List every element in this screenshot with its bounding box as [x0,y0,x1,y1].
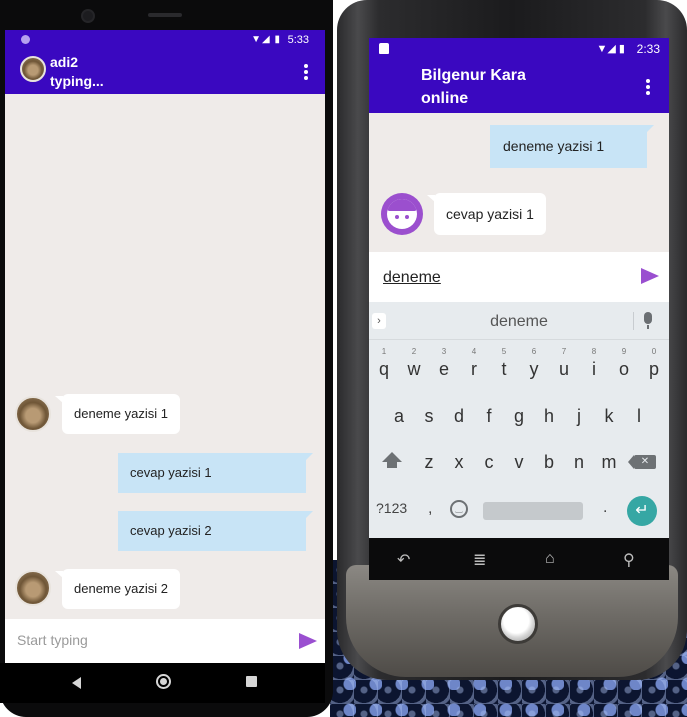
suggestion-word[interactable]: deneme [369,313,669,331]
status-bar: ▼◢ ▮ 2:33 [369,38,669,60]
back-icon[interactable]: ↶ [397,550,410,570]
send-icon[interactable] [299,633,317,649]
key[interactable]: 4r [464,347,484,380]
key[interactable]: h [539,406,559,427]
key[interactable]: 3e [434,347,454,380]
menu-icon[interactable]: ≣ [473,550,486,570]
symbols-key[interactable]: ?123 [376,500,407,516]
key[interactable]: 8i [584,347,604,380]
trackball-button[interactable] [498,604,538,644]
incoming-message: cevap yazisi 1 [427,193,546,235]
key[interactable]: 1q [374,347,394,380]
send-icon[interactable] [641,268,659,284]
status-bar: ▼◢ ▮ 5:33 [5,30,325,50]
backspace-icon[interactable]: ✕ [628,455,656,469]
contact-name: adi2 [50,54,79,70]
key[interactable]: 7u [554,347,574,380]
shift-icon[interactable] [382,452,402,470]
notification-dot-icon [21,35,30,44]
home-icon[interactable] [156,674,171,689]
message-avatar [15,570,51,606]
outgoing-message: cevap yazisi 2 [118,511,313,551]
outgoing-message: deneme yazisi 1 [490,125,654,168]
key[interactable]: 0p [644,347,664,380]
top-bezel [0,0,333,30]
chat-app-bar: Bilgenur Kara online [369,60,669,113]
message-avatar [15,396,51,432]
key[interactable]: z [419,452,439,473]
comma-key[interactable]: , [428,500,432,518]
enter-icon[interactable]: ↵ [627,496,657,526]
space-bar[interactable] [483,502,583,520]
key[interactable]: n [569,452,589,473]
chat-app-bar: adi2 typing... [5,50,325,94]
recent-apps-icon[interactable] [246,676,257,687]
contact-face-icon [381,193,423,235]
key[interactable]: a [389,406,409,427]
earpiece-speaker [148,13,182,17]
search-icon[interactable]: ⚲ [623,550,635,570]
key[interactable]: 6y [524,347,544,380]
more-options-icon[interactable] [646,79,650,97]
message-input[interactable]: deneme [383,269,441,287]
key[interactable]: s [419,406,439,427]
key[interactable]: x [449,452,469,473]
right-phone-screen: ▼◢ ▮ 2:33 Bilgenur Kara online deneme ya… [369,38,669,538]
key[interactable]: 2w [404,347,424,380]
key[interactable]: g [509,406,529,427]
key[interactable]: v [509,452,529,473]
key[interactable]: d [449,406,469,427]
system-nav-bar: ↶ ≣ ⌂ ⚲ [369,538,669,580]
divider [633,312,634,330]
status-time: 2:33 [636,42,660,56]
key[interactable]: c [479,452,499,473]
key[interactable]: 9o [614,347,634,380]
contact-status: typing... [50,73,104,89]
key[interactable]: l [629,406,649,427]
soft-keyboard: › deneme 1q 2w 3e 4r 5t 6y 7u 8i 9o 0p a… [369,302,669,538]
home-icon[interactable]: ⌂ [545,550,555,568]
period-key[interactable]: . [603,499,607,517]
incoming-message: deneme yazisi 1 [55,394,180,434]
contact-avatar[interactable] [20,56,46,82]
incoming-message: deneme yazisi 2 [55,569,180,609]
status-time: 5:33 [287,34,309,46]
outgoing-message: cevap yazisi 1 [118,453,313,493]
more-options-icon[interactable] [304,64,308,82]
front-camera [81,9,95,23]
key[interactable]: b [539,452,559,473]
key[interactable]: 5t [494,347,514,380]
back-icon[interactable] [72,677,81,689]
signal-battery-icon: ▼◢ ▮ [251,34,281,45]
emoji-icon[interactable]: ‿ [450,500,468,518]
sd-card-icon [379,43,389,54]
contact-status: online [421,90,469,107]
message-input[interactable]: Start typing [17,632,88,648]
key[interactable]: k [599,406,619,427]
left-phone-screen: ▼◢ ▮ 5:33 adi2 typing... deneme yazisi 1… [5,30,325,663]
key[interactable]: m [599,452,619,473]
signal-battery-icon: ▼◢ ▮ [596,43,625,55]
key[interactable]: j [569,406,589,427]
message-input-bar: Start typing [5,619,325,663]
key[interactable]: f [479,406,499,427]
system-nav-bar [0,663,325,703]
message-input-bar: deneme [369,252,669,302]
suggestion-strip: › deneme [369,302,669,340]
microphone-icon[interactable] [644,312,652,329]
contact-name: Bilgenur Kara [421,67,526,84]
